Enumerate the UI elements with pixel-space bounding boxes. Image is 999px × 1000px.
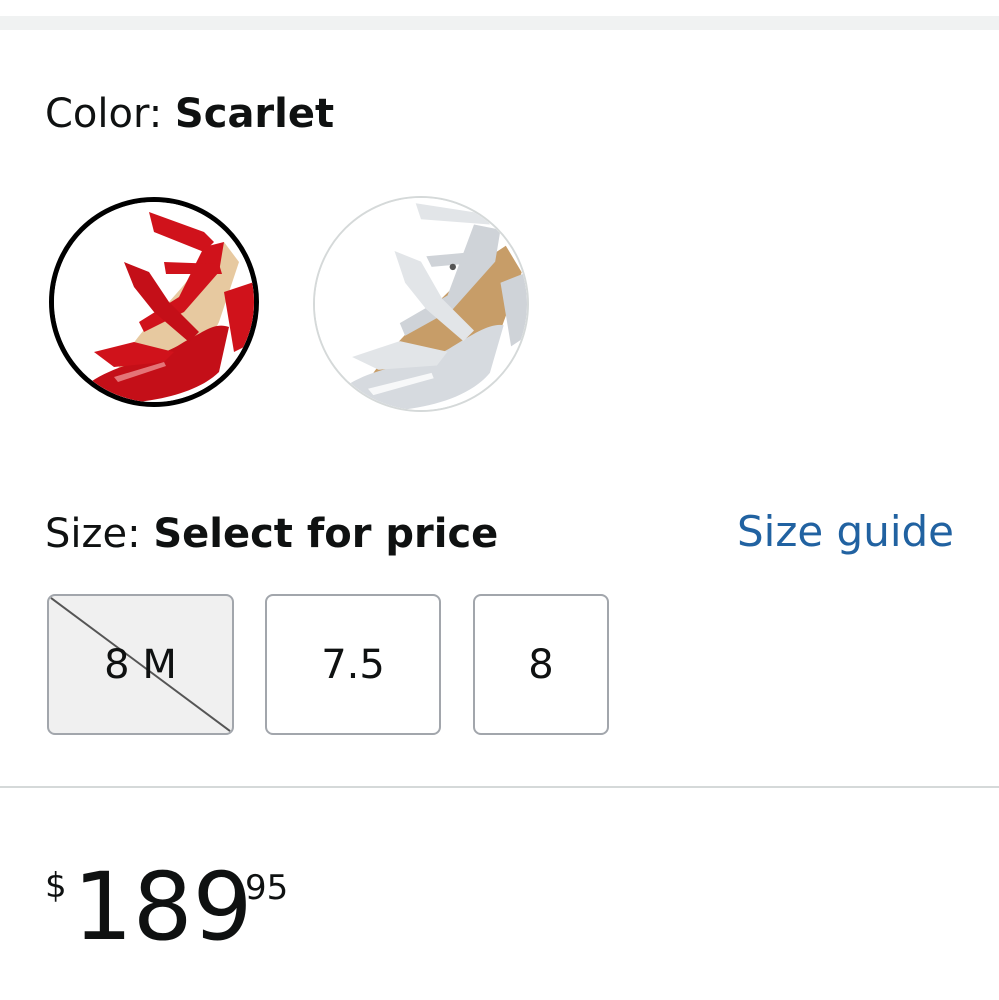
size-label-prefix: Size: [45,511,154,557]
section-divider [0,786,999,788]
top-divider [0,16,999,30]
size-option-label: 8 [528,641,554,688]
size-option-8m[interactable]: 8 M [47,594,234,735]
price-fraction: 95 [245,868,289,908]
color-swatch-scarlet[interactable] [49,197,259,407]
top-spacer [0,0,999,30]
size-option-8[interactable]: 8 [473,594,609,735]
size-option-7-5[interactable]: 7.5 [265,594,441,735]
size-option-label: 8 M [104,641,177,688]
selected-color-value: Scarlet [174,91,335,137]
scarlet-shoe-image [54,202,254,402]
size-option-label: 7.5 [321,641,385,688]
silver-shoe-image [315,198,527,410]
price-whole: 189 [73,853,253,962]
price-currency-symbol: $ [45,866,67,906]
color-label-prefix: Color: [45,91,175,137]
size-guide-link[interactable]: Size guide [737,506,954,558]
color-swatch-silver[interactable] [313,196,529,412]
size-label: Size: Select for price [45,510,498,558]
selected-size-value: Select for price [153,511,499,557]
color-label: Color: Scarlet [45,90,334,138]
